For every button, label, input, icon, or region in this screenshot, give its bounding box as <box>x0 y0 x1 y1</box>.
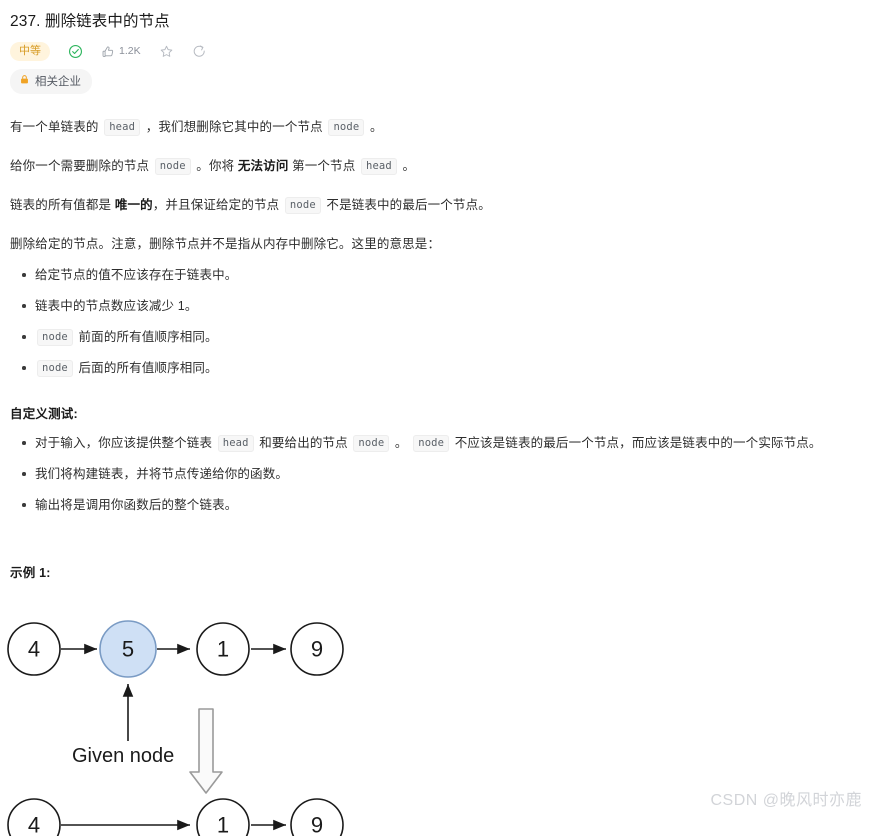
list-item: node 前面的所有值顺序相同。 <box>22 328 866 346</box>
difficulty-badge: 中等 <box>10 42 50 61</box>
p2-text-a: 给你一个需要删除的节点 <box>10 159 153 173</box>
code-node-bullet-before: node <box>37 329 73 346</box>
p3-text-a: 链表的所有值都是 <box>10 198 115 212</box>
node-value: 4 <box>28 813 40 836</box>
example-section-header: 示例 1: <box>0 514 876 581</box>
p2-text-b: 。你将 <box>192 159 238 173</box>
p3-text-b: ，并且保证给定的节点 <box>152 198 283 212</box>
bullet-text: 我们将构建链表，并将节点传递给你的函数。 <box>35 467 289 481</box>
p1-text-a: 有一个单链表的 <box>10 120 103 134</box>
bullet-text-c: 。 <box>391 436 412 450</box>
description-paragraph-3: 链表的所有值都是 唯一的，并且保证给定的节点 node 不是链表中的最后一个节点… <box>10 195 866 215</box>
bullet-text-b: 和要给出的节点 <box>255 436 352 450</box>
node-value: 9 <box>311 813 323 836</box>
share-button[interactable] <box>192 44 207 59</box>
lock-icon <box>19 74 30 88</box>
code-node-1: node <box>328 119 365 136</box>
related-companies-button[interactable]: 相关企业 <box>10 69 92 94</box>
p3-text-c: 不是链表中的最后一个节点。 <box>322 198 491 212</box>
node-bottom-0: 4 <box>7 798 61 836</box>
description-paragraph-2: 给你一个需要删除的节点 node 。你将 无法访问 第一个节点 head 。 <box>10 156 866 176</box>
node-top-2: 1 <box>196 622 250 676</box>
bullet-text: 链表中的节点数应该减少 1。 <box>35 299 198 313</box>
solved-check-button[interactable] <box>68 44 83 59</box>
p2-text-d: 。 <box>398 159 416 173</box>
node-value: 9 <box>311 637 323 662</box>
bullet-text: 给定节点的值不应该存在于链表中。 <box>35 268 238 282</box>
p3-emphasis: 唯一的 <box>114 198 153 212</box>
star-icon <box>159 44 174 59</box>
like-count: 1.2K <box>119 45 141 58</box>
code-head-3: head <box>217 435 254 452</box>
description-paragraph-1: 有一个单链表的 head ，我们想删除它其中的一个节点 node 。 <box>10 117 866 137</box>
given-node-caption: Given node <box>72 745 174 767</box>
description-paragraph-4: 删除给定的节点。注意，删除节点并不是指从内存中删除它。这里的意思是： <box>10 237 441 251</box>
code-head-1: head <box>104 119 141 136</box>
bullet-text: 后面的所有值顺序相同。 <box>74 361 218 375</box>
share-icon <box>192 44 207 59</box>
bullet-text-d: 不应该是链表的最后一个节点，而应该是链表中的一个实际节点。 <box>451 436 822 450</box>
list-item: node 后面的所有值顺序相同。 <box>22 359 866 377</box>
like-button[interactable]: 1.2K <box>101 45 141 59</box>
linked-list-diagram: 4 5 1 9 Given node 4 1 9 <box>0 589 876 836</box>
node-value: 1 <box>217 813 229 836</box>
p2-text-c: 第一个节点 <box>288 159 359 173</box>
code-node-5: node <box>413 435 450 452</box>
list-item: 给定节点的值不应该存在于链表中。 <box>22 266 866 284</box>
node-bottom-2: 9 <box>290 798 344 836</box>
thumbs-up-icon <box>101 45 115 59</box>
problem-description: 有一个单链表的 head ，我们想删除它其中的一个节点 node 。 给你一个需… <box>0 117 876 514</box>
node-value: 5 <box>122 637 134 662</box>
node-value: 1 <box>217 637 229 662</box>
list-item: 输出将是调用你函数后的整个链表。 <box>22 496 866 514</box>
p1-text-c: 。 <box>366 120 383 134</box>
code-node-2: node <box>154 158 191 175</box>
transform-down-arrow <box>189 708 223 794</box>
problem-meta-toolbar: 中等 1.2K <box>0 33 876 61</box>
list-item: 对于输入，你应该提供整个链表 head 和要给出的节点 node 。 node … <box>22 434 866 452</box>
list-item: 链表中的节点数应该减少 1。 <box>22 297 866 315</box>
favorite-button[interactable] <box>159 44 174 59</box>
code-node-4: node <box>353 435 390 452</box>
node-top-0: 4 <box>7 622 61 676</box>
node-value: 4 <box>28 637 40 662</box>
problem-page: 237. 删除链表中的节点 中等 1.2K 相关企业 有一个单链表的 head … <box>0 0 876 836</box>
custom-test-bullet-list: 对于输入，你应该提供整个链表 head 和要给出的节点 node 。 node … <box>10 434 866 514</box>
related-companies-label: 相关企业 <box>35 76 81 88</box>
bullet-text: 前面的所有值顺序相同。 <box>74 330 218 344</box>
p1-text-b: ，我们想删除它其中的一个节点 <box>142 120 327 134</box>
p2-emphasis: 无法访问 <box>237 159 289 173</box>
given-node-pointer: Given node <box>72 684 174 767</box>
code-node-3: node <box>284 197 321 214</box>
custom-test-heading: 自定义测试: <box>10 407 78 421</box>
code-node-bullet-after: node <box>37 360 73 377</box>
node-bottom-1: 1 <box>196 798 250 836</box>
check-circle-icon <box>68 44 83 59</box>
bullet-text: 输出将是调用你函数后的整个链表。 <box>35 498 238 512</box>
bullet-text-a: 对于输入，你应该提供整个链表 <box>35 436 216 450</box>
example-heading: 示例 1: <box>10 566 51 580</box>
page-title: 237. 删除链表中的节点 <box>10 13 170 30</box>
node-top-3: 9 <box>290 622 344 676</box>
meaning-bullet-list: 给定节点的值不应该存在于链表中。 链表中的节点数应该减少 1。 node 前面的… <box>10 266 866 377</box>
node-top-1-highlighted: 5 <box>99 620 157 678</box>
company-row: 相关企业 <box>0 61 876 94</box>
list-item: 我们将构建链表，并将节点传递给你的函数。 <box>22 465 866 483</box>
code-head-2: head <box>360 158 397 175</box>
